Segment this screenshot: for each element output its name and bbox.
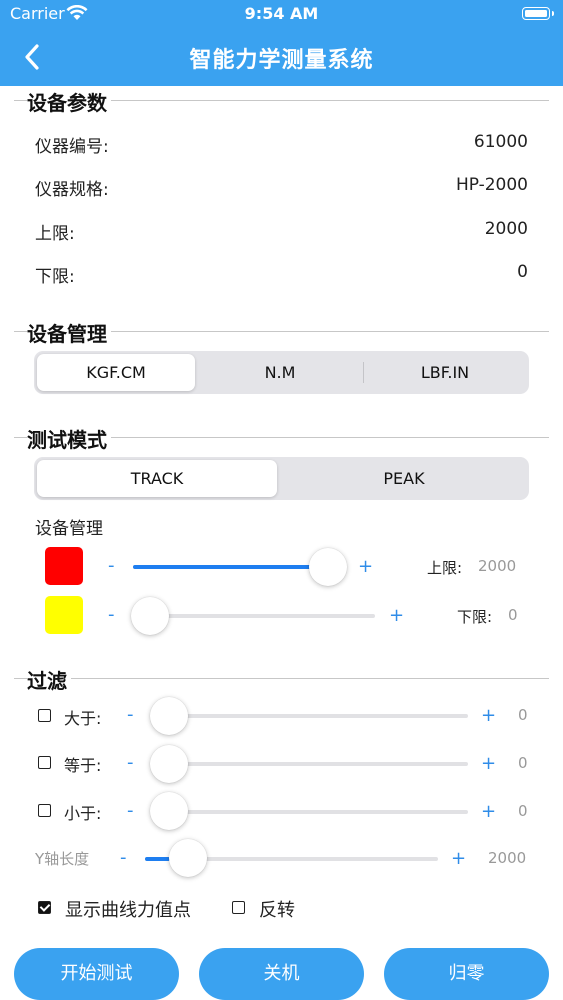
mode-option-track[interactable]: TRACK xyxy=(37,460,277,497)
y-axis-length-decrement[interactable]: - xyxy=(120,847,127,868)
filter-less-decrement[interactable]: - xyxy=(127,800,134,821)
upper-limit-slider-fill xyxy=(133,565,328,569)
unit-segmented-control: KGF.CM N.M LBF.IN xyxy=(34,351,529,394)
lower-limit-label: 下限: xyxy=(35,267,75,287)
upper-limit-slider-value: 2000 xyxy=(478,557,517,575)
lower-limit-color-swatch[interactable] xyxy=(45,596,83,634)
show-force-points-checkbox[interactable] xyxy=(38,901,51,914)
page-title: 智能力学测量系统 xyxy=(189,48,374,73)
section-title-device-mgmt: 设备管理 xyxy=(27,318,111,347)
filter-equal-increment[interactable]: + xyxy=(481,753,496,774)
device-number-label: 仪器编号: xyxy=(35,137,109,157)
y-axis-length-slider-thumb[interactable] xyxy=(169,839,207,877)
filter-equal-label: 等于: xyxy=(64,756,102,775)
filter-equal-value: 0 xyxy=(518,754,528,772)
device-spec-label: 仪器规格: xyxy=(35,180,109,200)
filter-less-slider-track[interactable] xyxy=(168,810,468,814)
lower-limit-increment[interactable]: + xyxy=(389,605,404,626)
lower-limit-value: 0 xyxy=(517,262,528,282)
section-title-filter: 过滤 xyxy=(27,665,71,694)
mode-segmented-control: TRACK PEAK xyxy=(34,457,529,500)
filter-greater-decrement[interactable]: - xyxy=(127,704,134,725)
mode-option-peak[interactable]: PEAK xyxy=(282,460,526,497)
filter-less-checkbox[interactable] xyxy=(38,804,51,817)
y-axis-length-increment[interactable]: + xyxy=(451,848,466,869)
battery-icon xyxy=(522,7,554,20)
section-title-test-mode: 测试模式 xyxy=(27,424,111,453)
lower-limit-slider-thumb[interactable] xyxy=(131,597,169,635)
filter-greater-increment[interactable]: + xyxy=(481,705,496,726)
filter-less-increment[interactable]: + xyxy=(481,801,496,822)
filter-equal-decrement[interactable]: - xyxy=(127,752,134,773)
y-axis-length-label: Y轴长度 xyxy=(35,850,90,868)
filter-less-value: 0 xyxy=(518,802,528,820)
filter-greater-checkbox[interactable] xyxy=(38,709,51,722)
upper-limit-color-swatch[interactable] xyxy=(45,547,83,585)
upper-limit-value: 2000 xyxy=(484,219,528,239)
shutdown-button[interactable]: 关机 xyxy=(199,948,364,1000)
clock: 9:54 AM xyxy=(244,4,319,23)
y-axis-length-slider-fill xyxy=(145,857,170,861)
upper-limit-slider-track[interactable] xyxy=(133,565,328,569)
unit-option-nm[interactable]: N.M xyxy=(199,354,361,391)
upper-limit-slider-thumb[interactable] xyxy=(309,548,347,586)
filter-equal-slider-thumb[interactable] xyxy=(150,745,188,783)
filter-equal-checkbox[interactable] xyxy=(38,756,51,769)
reverse-label: 反转 xyxy=(259,900,295,921)
zero-button[interactable]: 归零 xyxy=(384,948,549,1000)
filter-greater-value: 0 xyxy=(518,706,528,724)
lower-limit-decrement[interactable]: - xyxy=(108,604,115,625)
lower-limit-slider-track[interactable] xyxy=(150,614,375,618)
filter-less-slider-thumb[interactable] xyxy=(150,792,188,830)
section-title-device-params: 设备参数 xyxy=(27,87,111,116)
reverse-checkbox[interactable] xyxy=(232,901,245,914)
device-number-value: 61000 xyxy=(473,132,528,152)
filter-greater-slider-thumb[interactable] xyxy=(150,697,188,735)
filter-greater-slider-track[interactable] xyxy=(168,714,468,718)
lower-limit-slider-label: 下限: xyxy=(457,608,493,626)
unit-option-kgfcm[interactable]: KGF.CM xyxy=(37,354,195,391)
show-force-points-label: 显示曲线力值点 xyxy=(65,900,191,921)
unit-option-lbfin[interactable]: LBF.IN xyxy=(364,354,526,391)
start-test-button[interactable]: 开始测试 xyxy=(14,948,179,1000)
upper-limit-slider-label: 上限: xyxy=(427,559,463,577)
upper-limit-label: 上限: xyxy=(35,224,75,244)
navigation-bar: Carrier 9:54 AM 智能力学测量系统 xyxy=(0,0,563,86)
filter-greater-label: 大于: xyxy=(64,709,102,728)
upper-limit-decrement[interactable]: - xyxy=(108,555,115,576)
limit-settings-subtitle: 设备管理 xyxy=(35,519,103,539)
filter-equal-slider-track[interactable] xyxy=(168,762,468,766)
lower-limit-slider-value: 0 xyxy=(508,606,518,624)
filter-less-label: 小于: xyxy=(64,804,102,823)
device-spec-value: HP-2000 xyxy=(455,175,528,195)
section-divider xyxy=(14,678,549,679)
upper-limit-increment[interactable]: + xyxy=(358,556,373,577)
y-axis-length-value: 2000 xyxy=(488,849,527,867)
